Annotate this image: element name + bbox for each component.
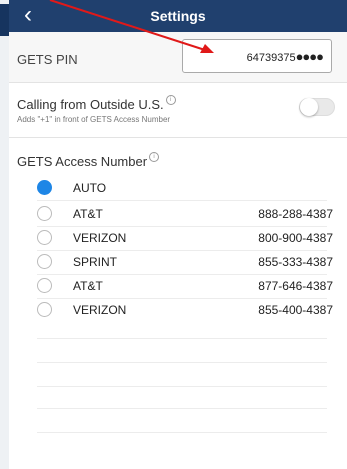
- radio-button[interactable]: [37, 230, 52, 245]
- option-auto[interactable]: AUTO: [37, 177, 333, 199]
- pin-mask: ●●●●: [295, 49, 324, 64]
- divider: [37, 200, 327, 201]
- empty-row-line: [37, 362, 327, 363]
- settings-screen: ‹ Settings GETS PIN 64739375●●●● Calling…: [9, 0, 347, 469]
- gets-pin-row: GETS PIN 64739375●●●●: [9, 32, 347, 83]
- option-name: VERIZON: [73, 303, 127, 317]
- radio-button[interactable]: [37, 302, 52, 317]
- option-name: SPRINT: [73, 255, 118, 269]
- pin-digits: 64739375: [246, 52, 296, 64]
- empty-row-line: [37, 386, 327, 387]
- option-number: 855-333-4387: [258, 255, 333, 269]
- option-number: 855-400-4387: [258, 303, 333, 317]
- background-app-strip: [0, 0, 9, 469]
- header-bar: ‹ Settings: [9, 0, 347, 32]
- option-number: 888-288-4387: [258, 207, 333, 221]
- calling-outside-text: Calling from Outside U.S.: [17, 97, 164, 112]
- radio-button[interactable]: [37, 278, 52, 293]
- access-number-label: GETS Access Number i: [17, 152, 160, 169]
- radio-button[interactable]: [37, 254, 52, 269]
- option-name: AUTO: [73, 181, 107, 195]
- radio-button[interactable]: [37, 206, 52, 221]
- option-sprint[interactable]: SPRINT 855-333-4387: [37, 251, 333, 273]
- option-name: VERIZON: [73, 231, 127, 245]
- gets-pin-label: GETS PIN: [17, 52, 78, 67]
- option-verizon-1[interactable]: VERIZON 800-900-4387: [37, 227, 333, 249]
- gets-pin-field[interactable]: 64739375●●●●: [182, 39, 332, 73]
- calling-outside-toggle[interactable]: [299, 98, 335, 116]
- calling-outside-row: Calling from Outside U.S. i Adds "+1" in …: [9, 83, 347, 138]
- info-icon[interactable]: i: [165, 95, 176, 105]
- empty-row-line: [37, 338, 327, 339]
- option-name: AT&T: [73, 207, 103, 221]
- option-att-2[interactable]: AT&T 877-646-4387: [37, 275, 333, 297]
- radio-button-selected[interactable]: [37, 180, 52, 195]
- option-number: 877-646-4387: [258, 279, 333, 293]
- page-title: Settings: [150, 8, 206, 24]
- option-att-1[interactable]: AT&T 888-288-4387: [37, 203, 333, 225]
- empty-row-line: [37, 432, 327, 433]
- option-name: AT&T: [73, 279, 103, 293]
- calling-outside-label: Calling from Outside U.S. i: [17, 95, 176, 112]
- toggle-knob: [300, 98, 318, 116]
- empty-row-line: [37, 408, 327, 409]
- access-number-text: GETS Access Number: [17, 154, 148, 169]
- option-number: 800-900-4387: [258, 231, 333, 245]
- option-verizon-2[interactable]: VERIZON 855-400-4387: [37, 299, 333, 321]
- background-app-tab: [0, 4, 9, 36]
- info-icon[interactable]: i: [149, 152, 160, 162]
- calling-outside-subtitle: Adds "+1" in front of GETS Access Number: [17, 115, 171, 124]
